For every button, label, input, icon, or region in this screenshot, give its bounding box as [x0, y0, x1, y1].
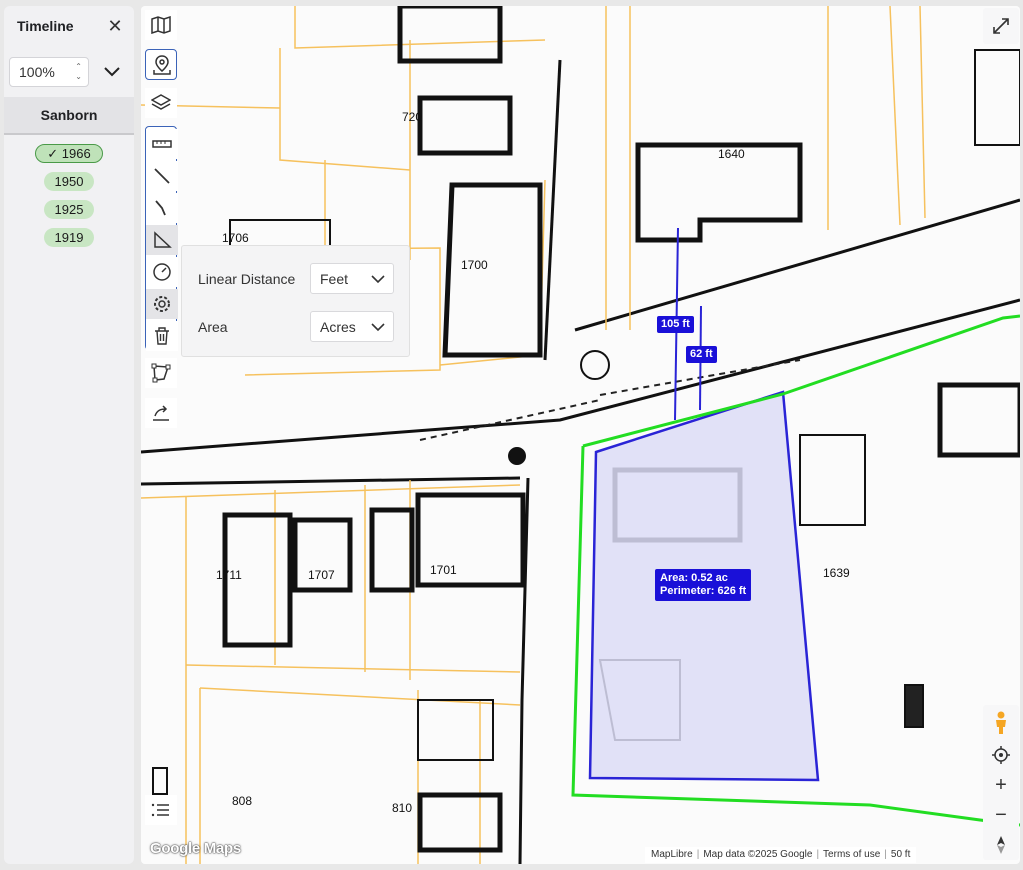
map-attribution: MapLibre | Map data ©2025 Google | Terms of … [645, 847, 917, 863]
pegman-icon[interactable] [983, 705, 1019, 740]
map-canvas[interactable]: 720 1640 1706 1700 1711 1707 1701 1639 8… [141, 6, 1020, 864]
lot-number: 810 [392, 801, 413, 815]
zoom-input[interactable]: 100% ⌃ ⌄ [9, 57, 89, 87]
lot-number: 1707 [308, 568, 335, 582]
location-pin-icon [153, 55, 171, 75]
chevron-down-icon [371, 323, 385, 332]
year-pill-1919[interactable]: 1919 [44, 228, 94, 247]
area-label: Area [198, 319, 228, 335]
year-label: 1919 [54, 230, 84, 245]
linear-distance-label: Linear Distance [198, 271, 296, 287]
scale-label: 50 ft [890, 849, 911, 860]
year-label: 1966 [61, 146, 91, 161]
fullscreen-icon[interactable] [983, 8, 1019, 44]
linear-unit-value: Feet [320, 271, 349, 287]
legend-list-icon[interactable] [145, 795, 177, 825]
app-root: Timeline ✕ 100% ⌃ ⌄ Sanborn ✓ 1966 1950 1… [0, 0, 1023, 870]
measure-settings-popup: Linear Distance Feet Area Acres [181, 245, 410, 357]
location-pin-button[interactable] [145, 49, 177, 80]
distance-badge: 105 ft [657, 316, 694, 333]
lot-number: 1700 [461, 258, 488, 272]
area-unit-value: Acres [320, 319, 356, 335]
chevron-down-icon[interactable] [102, 62, 122, 82]
google-maps-logo: Google Maps [150, 840, 241, 857]
sanborn-map-layer [141, 6, 1020, 864]
check-icon: ✓ [47, 146, 62, 161]
lot-number: 720 [402, 110, 423, 124]
terms-link[interactable]: Terms of use [823, 849, 880, 860]
map-icon[interactable] [145, 10, 177, 40]
perimeter-value: Perimeter: 626 ft [660, 585, 747, 597]
locate-icon[interactable] [983, 740, 1019, 770]
zoom-value: 100% [19, 64, 55, 80]
zoom-spinner-icon[interactable]: ⌃ ⌄ [75, 62, 82, 82]
map-data-credit: Map data ©2025 Google [703, 849, 813, 860]
timeline-title: Timeline [17, 18, 74, 34]
path-tool-icon[interactable] [146, 193, 178, 223]
year-pill-1925[interactable]: 1925 [44, 200, 94, 219]
area-unit-select[interactable]: Acres [310, 311, 394, 342]
zoom-out-icon[interactable]: − [983, 800, 1019, 830]
distance-badge: 62 ft [686, 346, 717, 363]
layers-icon[interactable] [145, 88, 177, 118]
lot-number: 1640 [718, 147, 745, 161]
lot-number: 1711 [216, 568, 242, 582]
measure-tool-group [145, 126, 178, 351]
year-label: 1925 [54, 202, 84, 217]
gear-icon[interactable] [146, 289, 178, 319]
ruler-icon[interactable] [146, 129, 178, 159]
polygon-edit-icon[interactable] [145, 358, 177, 388]
line-tool-icon[interactable] [146, 161, 178, 191]
year-pill-1950[interactable]: 1950 [44, 172, 94, 191]
lot-number: 1706 [222, 231, 249, 245]
close-icon[interactable]: ✕ [104, 15, 126, 37]
area-value: Area: 0.52 ac [660, 572, 728, 584]
share-icon[interactable] [145, 398, 177, 428]
source-header-sanborn[interactable]: Sanborn [4, 97, 134, 135]
lot-number: 808 [232, 794, 253, 808]
area-badge: Area: 0.52 ac Perimeter: 626 ft [655, 569, 752, 601]
compass-icon[interactable] [983, 830, 1019, 860]
lot-number: 1639 [823, 566, 850, 580]
chevron-down-icon [371, 275, 385, 284]
lot-number: 1701 [430, 563, 457, 577]
year-label: 1950 [54, 174, 84, 189]
maplibre-link[interactable]: MapLibre [651, 849, 693, 860]
year-pill-1966[interactable]: ✓ 1966 [35, 144, 103, 163]
timeline-panel: Timeline ✕ 100% ⌃ ⌄ Sanborn ✓ 1966 1950 1… [4, 6, 134, 864]
trash-icon[interactable] [146, 321, 178, 351]
linear-unit-select[interactable]: Feet [310, 263, 394, 294]
zoom-in-icon[interactable]: + [983, 770, 1019, 800]
gauge-icon[interactable] [146, 257, 178, 287]
area-tool-icon[interactable] [146, 225, 178, 255]
